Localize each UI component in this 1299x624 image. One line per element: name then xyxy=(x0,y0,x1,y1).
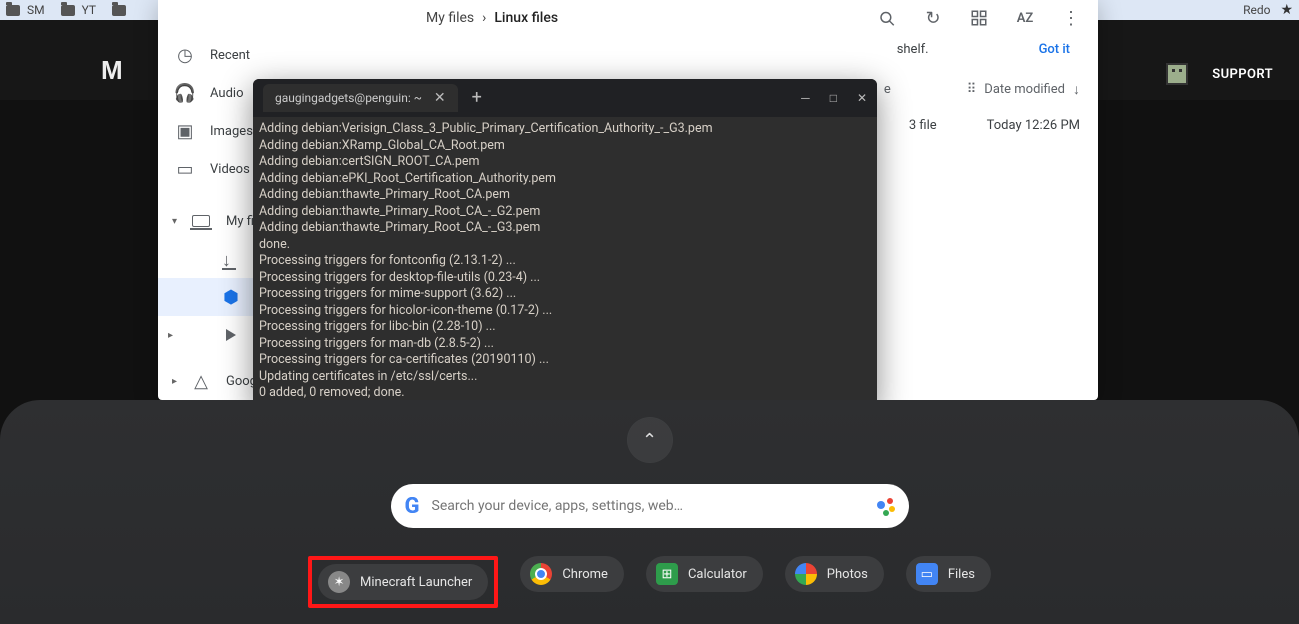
bookmark-folder[interactable] xyxy=(112,5,129,16)
terminal-tab[interactable]: gaugingadgets@penguin: ~ ✕ xyxy=(263,84,458,113)
dock-item-minecraft[interactable]: ✶ Minecraft Launcher xyxy=(318,564,488,600)
minecraft-logo: M xyxy=(101,55,122,86)
dock-item-photos[interactable]: Photos xyxy=(785,556,884,592)
sidebar-label: Videos xyxy=(210,162,250,177)
dock-label: Photos xyxy=(827,567,868,582)
bookmark-label: SM xyxy=(27,3,45,17)
calculator-icon: ⊞ xyxy=(656,563,678,585)
bookmark-folder[interactable]: SM xyxy=(6,3,45,17)
folder-icon xyxy=(61,5,75,16)
headphones-icon: 🎧 xyxy=(176,84,194,102)
bookmark-redo[interactable]: Redo xyxy=(1243,3,1270,17)
close-icon[interactable]: ✕ xyxy=(857,90,867,107)
chevron-up-icon: ⌃ xyxy=(642,430,657,451)
breadcrumb-current: Linux files xyxy=(494,10,558,26)
launcher-dock: ✶ Minecraft Launcher Chrome ⊞ Calculator… xyxy=(308,556,991,608)
minecraft-icon: ✶ xyxy=(328,571,350,593)
video-icon: ▭ xyxy=(176,160,194,178)
terminal-window: gaugingadgets@penguin: ~ ✕ + ─ □ ✕ Addin… xyxy=(253,79,877,409)
sidebar-label: Images xyxy=(210,124,253,139)
files-header: My files › Linux files ↻ AZ ⋮ xyxy=(158,0,1098,36)
chevron-right-icon: › xyxy=(482,10,486,26)
caret-right-icon[interactable]: ▸ xyxy=(172,376,177,387)
column-date[interactable]: Date modified xyxy=(984,82,1065,97)
play-icon xyxy=(222,326,240,344)
maximize-icon[interactable]: □ xyxy=(830,90,837,107)
grid-view-icon[interactable] xyxy=(970,9,988,27)
dock-label: Files xyxy=(948,567,975,582)
star-icon[interactable]: ★ xyxy=(1280,2,1293,18)
villager-icon xyxy=(1166,63,1188,85)
image-icon: ▣ xyxy=(176,122,194,140)
dock-item-calculator[interactable]: ⊞ Calculator xyxy=(646,556,763,592)
close-tab-icon[interactable]: ✕ xyxy=(434,90,446,107)
expand-launcher-button[interactable]: ⌃ xyxy=(628,418,672,462)
dock-label: Chrome xyxy=(562,567,608,582)
dock-item-chrome[interactable]: Chrome xyxy=(520,556,624,592)
search-input[interactable] xyxy=(432,498,863,514)
drag-handle-icon[interactable]: ⠿ xyxy=(967,82,977,97)
recent-icon: ◷ xyxy=(176,46,194,64)
sort-az-icon[interactable]: AZ xyxy=(1016,9,1034,27)
caret-right-icon[interactable]: ▸ xyxy=(168,330,173,341)
chrome-icon xyxy=(530,563,552,585)
photos-icon xyxy=(795,563,817,585)
file-type: 3 file xyxy=(909,118,937,133)
sidebar-item-recent[interactable]: ◷ Recent xyxy=(158,36,417,74)
bookmark-folder[interactable]: YT xyxy=(61,3,96,17)
bookmark-label: YT xyxy=(82,3,96,17)
download-icon xyxy=(222,250,236,268)
laptop-icon xyxy=(192,212,210,230)
info-text: shelf. xyxy=(897,42,929,57)
folder-icon xyxy=(6,5,20,16)
highlight-annotation: ✶ Minecraft Launcher xyxy=(308,556,498,608)
file-date: Today 12:26 PM xyxy=(987,118,1080,133)
sidebar-label: Audio xyxy=(210,86,243,101)
terminal-tabbar: gaugingadgets@penguin: ~ ✕ + ─ □ ✕ xyxy=(253,79,877,117)
more-icon[interactable]: ⋮ xyxy=(1062,9,1080,27)
sort-desc-icon[interactable]: ↓ xyxy=(1073,81,1080,98)
linux-icon: ⬢ xyxy=(222,288,240,306)
dock-label: Calculator xyxy=(688,567,747,582)
folder-icon xyxy=(112,5,126,16)
terminal-output[interactable]: Adding debian:Verisign_Class_3_Public_Pr… xyxy=(253,117,877,406)
dock-label: Minecraft Launcher xyxy=(360,575,472,590)
minimize-icon[interactable]: ─ xyxy=(801,90,810,107)
new-tab-icon[interactable]: + xyxy=(472,90,482,107)
gotit-button[interactable]: Got it xyxy=(1039,42,1070,57)
google-g-icon: G xyxy=(405,494,420,519)
app-launcher: ⌃ G ✶ Minecraft Launcher Chrome ⊞ Calcul… xyxy=(0,400,1299,624)
files-icon: ▭ xyxy=(916,563,938,585)
search-icon[interactable] xyxy=(878,9,896,27)
support-link[interactable]: SUPPORT xyxy=(1212,67,1273,82)
info-banner: shelf. Got it xyxy=(432,36,1084,75)
launcher-search[interactable]: G xyxy=(391,484,909,528)
gdrive-icon: △ xyxy=(192,372,210,390)
caret-down-icon[interactable]: ▾ xyxy=(172,216,177,227)
terminal-tab-title: gaugingadgets@penguin: ~ xyxy=(275,90,422,107)
breadcrumb: My files › Linux files xyxy=(426,10,558,26)
sidebar-label: Recent xyxy=(210,48,250,63)
breadcrumb-root[interactable]: My files xyxy=(426,10,474,26)
refresh-icon[interactable]: ↻ xyxy=(924,9,942,27)
assistant-icon[interactable] xyxy=(875,496,895,516)
dock-item-files[interactable]: ▭ Files xyxy=(906,556,991,592)
column-type[interactable]: e xyxy=(884,82,891,97)
